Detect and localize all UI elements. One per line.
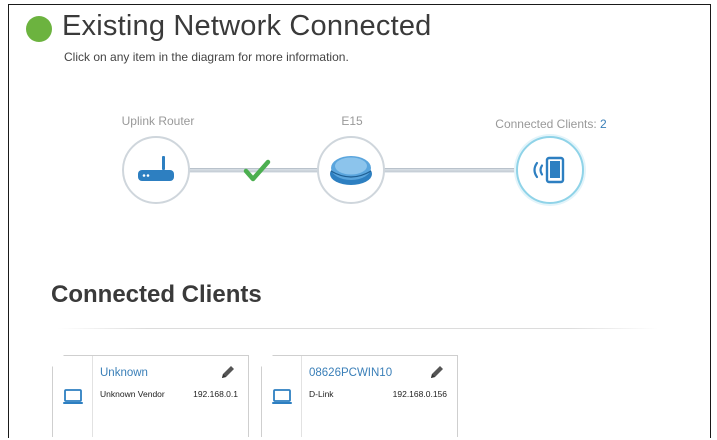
extender-device-icon bbox=[330, 156, 372, 185]
edit-pencil-icon[interactable] bbox=[429, 364, 445, 380]
uplink-router-label: Uplink Router bbox=[121, 114, 195, 128]
extender-label: E15 bbox=[341, 114, 363, 128]
router-icon bbox=[138, 156, 174, 181]
page-subtitle: Click on any item in the diagram for mor… bbox=[64, 50, 349, 64]
connected-check-icon bbox=[243, 159, 271, 182]
client-card[interactable]: Unknown Unknown Vendor 192.168.0.1 bbox=[52, 355, 249, 437]
section-divider bbox=[58, 328, 658, 329]
client-name: Unknown bbox=[100, 367, 148, 379]
client-icon-column bbox=[53, 356, 93, 437]
client-vendor: Unknown Vendor bbox=[100, 389, 165, 399]
connected-clients-node[interactable] bbox=[516, 136, 584, 204]
client-name: 08626PCWIN10 bbox=[309, 367, 393, 379]
edit-pencil-icon[interactable] bbox=[220, 364, 236, 380]
client-connection-line bbox=[383, 168, 519, 173]
client-ip: 192.168.0.156 bbox=[392, 389, 447, 399]
laptop-icon bbox=[271, 388, 292, 404]
extender-node[interactable] bbox=[317, 136, 385, 204]
client-ip: 192.168.0.1 bbox=[193, 389, 238, 399]
client-icon-column bbox=[262, 356, 302, 437]
connected-clients-label: Connected Clients: 2 bbox=[486, 117, 616, 131]
client-card[interactable]: 08626PCWIN10 D-Link 192.168.0.156 bbox=[261, 355, 458, 437]
client-vendor: D-Link bbox=[309, 389, 334, 399]
connected-clients-heading: Connected Clients bbox=[51, 281, 262, 308]
laptop-icon bbox=[62, 388, 83, 404]
uplink-router-node[interactable] bbox=[122, 136, 190, 204]
page-title: Existing Network Connected bbox=[62, 10, 432, 42]
connected-clients-label-text: Connected Clients: bbox=[495, 117, 601, 131]
wireless-client-icon bbox=[533, 156, 565, 184]
status-indicator-icon bbox=[26, 16, 52, 42]
connected-clients-count[interactable]: 2 bbox=[600, 117, 607, 131]
